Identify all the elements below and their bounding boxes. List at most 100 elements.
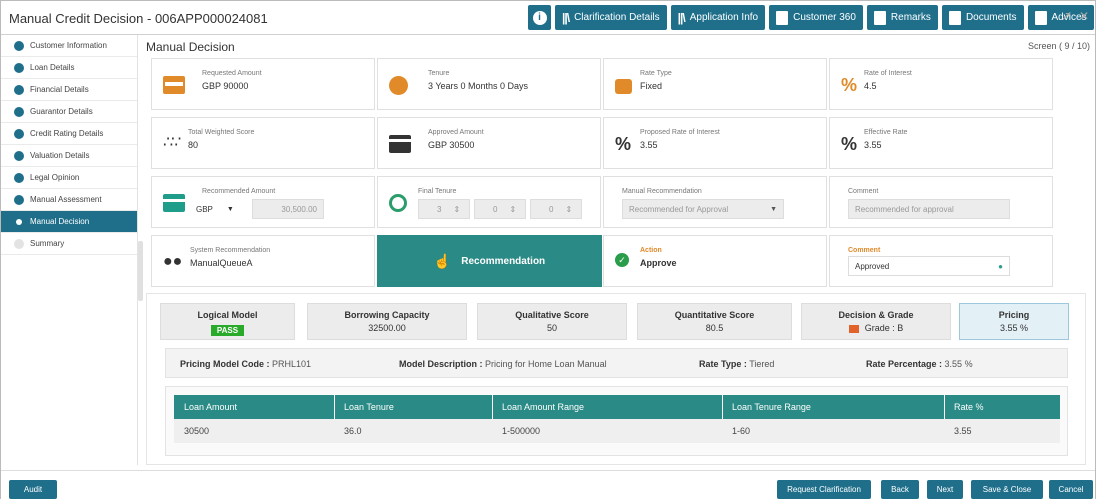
rate-of-interest-value: 4.5 <box>864 81 877 91</box>
comment-card: Comment Recommended for approval <box>829 176 1053 228</box>
field-value: 3.55 % <box>944 359 973 369</box>
application-info-button[interactable]: ||\ Application Info <box>670 5 766 30</box>
sidebar-item-label: Guarantor Details <box>30 107 93 116</box>
clarification-icon: ||\ <box>562 10 570 25</box>
pass-badge: PASS <box>210 325 245 336</box>
tile-title: Pricing <box>998 310 1030 320</box>
months-stepper[interactable]: 0 ⇕ <box>474 199 526 219</box>
recommendation-button[interactable]: ☝ Recommendation <box>377 235 602 287</box>
rate-of-interest-label: Rate of Interest <box>864 70 912 77</box>
table-cell: 36.0 <box>344 426 362 436</box>
documents-icon <box>948 10 961 25</box>
proposed-rate-label: Proposed Rate of Interest <box>640 129 720 136</box>
sidebar-item-summary[interactable]: Summary <box>1 233 137 255</box>
field-value: Pricing for Home Loan Manual <box>485 359 607 369</box>
proposed-rate-card: % Proposed Rate of Interest 3.55 <box>603 117 827 169</box>
effective-rate-value: 3.55 <box>864 140 882 150</box>
column-header: Loan Amount Range <box>502 402 585 412</box>
total-weighted-score-value: 80 <box>188 140 199 150</box>
main-content: Manual Decision Screen ( 9 / 10) Request… <box>141 35 1096 465</box>
documents-button[interactable]: Documents <box>941 5 1024 30</box>
manual-recommendation-card: Manual Recommendation Recommended for Ap… <box>603 176 827 228</box>
remarks-button[interactable]: Remarks <box>866 5 938 30</box>
action-label: Action <box>640 247 662 254</box>
tenure-card: Tenure 3 Years 0 Months 0 Days <box>377 58 601 110</box>
requested-amount-card: Requested Amount GBP 90000 <box>151 58 375 110</box>
sidebar-item-label: Valuation Details <box>30 151 90 160</box>
tile-title: Qualitative Score <box>515 310 589 320</box>
requested-amount-label: Requested Amount <box>202 70 262 77</box>
sidebar-item-label: Customer Information <box>30 41 107 50</box>
customer-360-button[interactable]: Customer 360 <box>769 5 863 30</box>
sidebar-item-label: Legal Opinion <box>30 173 80 182</box>
pricing-tile[interactable]: Pricing 3.55 % <box>959 303 1069 340</box>
decision-grade-tile[interactable]: Decision & Grade Grade : B <box>801 303 951 340</box>
close-icon[interactable]: ✕ <box>1079 9 1089 23</box>
pricing-table: Loan Amount Loan Tenure Loan Amount Rang… <box>165 386 1068 456</box>
sidebar-item-legal-opinion[interactable]: Legal Opinion <box>1 167 137 189</box>
days-stepper[interactable]: 0 ⇕ <box>530 199 582 219</box>
system-recommendation-card: ●● System Recommendation ManualQueueA <box>151 235 375 287</box>
application-info-label: Application Info <box>689 12 759 23</box>
table-row[interactable]: 30500 36.0 1-500000 1-60 3.55 <box>174 419 1060 443</box>
clarification-details-button[interactable]: ||\ Clarification Details <box>555 5 667 30</box>
tile-value: 80.5 <box>705 323 724 333</box>
sidebar-item-customer-information[interactable]: Customer Information <box>1 35 137 57</box>
comment-input[interactable]: Recommended for approval <box>848 199 1010 219</box>
action-value: Approve <box>640 258 677 268</box>
quantitative-score-tile[interactable]: Quantitative Score 80.5 <box>637 303 792 340</box>
people-icon: ●● <box>163 253 183 270</box>
score-gauge-icon: ∴∵ <box>163 134 181 151</box>
sidebar-item-financial-details[interactable]: Financial Details <box>1 79 137 101</box>
expand-icon[interactable]: ↗ <box>1061 9 1071 23</box>
total-weighted-score-card: ∴∵ Total Weighted Score 80 <box>151 117 375 169</box>
sidebar-item-guarantor-details[interactable]: Guarantor Details <box>1 101 137 123</box>
sidebar-item-valuation-details[interactable]: Valuation Details <box>1 145 137 167</box>
logical-model-tile[interactable]: Logical Model PASS <box>160 303 295 340</box>
cancel-button[interactable]: Cancel <box>1049 480 1093 499</box>
audit-button[interactable]: Audit <box>9 480 57 499</box>
recommended-amount-value: 30,500.00 <box>281 204 317 214</box>
sidebar-item-manual-decision[interactable]: Manual Decision <box>1 211 137 233</box>
save-close-button[interactable]: Save & Close <box>971 480 1043 499</box>
sidebar-item-label: Credit Rating Details <box>30 129 104 138</box>
field-label: Rate Percentage : <box>866 359 943 369</box>
sidebar-item-manual-assessment[interactable]: Manual Assessment <box>1 189 137 211</box>
manual-recommendation-label: Manual Recommendation <box>622 188 702 195</box>
months-value: 0 <box>493 204 498 214</box>
clock-icon <box>389 76 408 95</box>
currency-select[interactable]: GBP ▼ <box>190 199 246 219</box>
sidebar-item-credit-rating-details[interactable]: Credit Rating Details <box>1 123 137 145</box>
page-title: Manual Decision <box>146 40 235 54</box>
borrowing-capacity-tile[interactable]: Borrowing Capacity 32500.00 <box>307 303 467 340</box>
comment-value: Approved <box>855 261 890 271</box>
recommended-amount-card: Recommended Amount GBP ▼ 30,500.00 <box>151 176 375 228</box>
tile-value: 3.55 % <box>999 323 1029 333</box>
approval-comment-input[interactable]: Approved ● <box>848 256 1010 276</box>
tenure-label: Tenure <box>428 70 450 77</box>
sidebar-item-loan-details[interactable]: Loan Details <box>1 57 137 79</box>
qualitative-score-tile[interactable]: Qualitative Score 50 <box>477 303 627 340</box>
next-button[interactable]: Next <box>927 480 963 499</box>
tile-title: Logical Model <box>197 310 258 320</box>
back-button[interactable]: Back <box>881 480 919 499</box>
request-clarification-button[interactable]: Request Clarification <box>777 480 871 499</box>
status-icon <box>14 128 24 139</box>
rate-percentage: Rate Percentage : 3.55 % <box>866 359 973 369</box>
info-button[interactable]: i <box>528 5 551 30</box>
rate-type-label: Rate Type <box>640 70 672 77</box>
field-label: Pricing Model Code : <box>180 359 270 369</box>
column-header: Loan Tenure <box>344 402 394 412</box>
indicator-icon: ● <box>998 261 1003 271</box>
manual-recommendation-value: Recommended for Approval <box>629 204 729 214</box>
card-icon <box>389 135 411 153</box>
model-panel: Logical Model PASS Borrowing Capacity 32… <box>146 293 1086 465</box>
field-value: PRHL101 <box>272 359 312 369</box>
years-stepper[interactable]: 3 ⇕ <box>418 199 470 219</box>
manual-recommendation-select[interactable]: Recommended for Approval ▼ <box>622 199 784 219</box>
percent-icon: % <box>615 134 632 154</box>
recommended-amount-input[interactable]: 30,500.00 <box>252 199 324 219</box>
percent-icon: % <box>841 75 858 95</box>
rate-type: Rate Type : Tiered <box>699 359 774 369</box>
effective-rate-card: % Effective Rate 3.55 <box>829 117 1053 169</box>
